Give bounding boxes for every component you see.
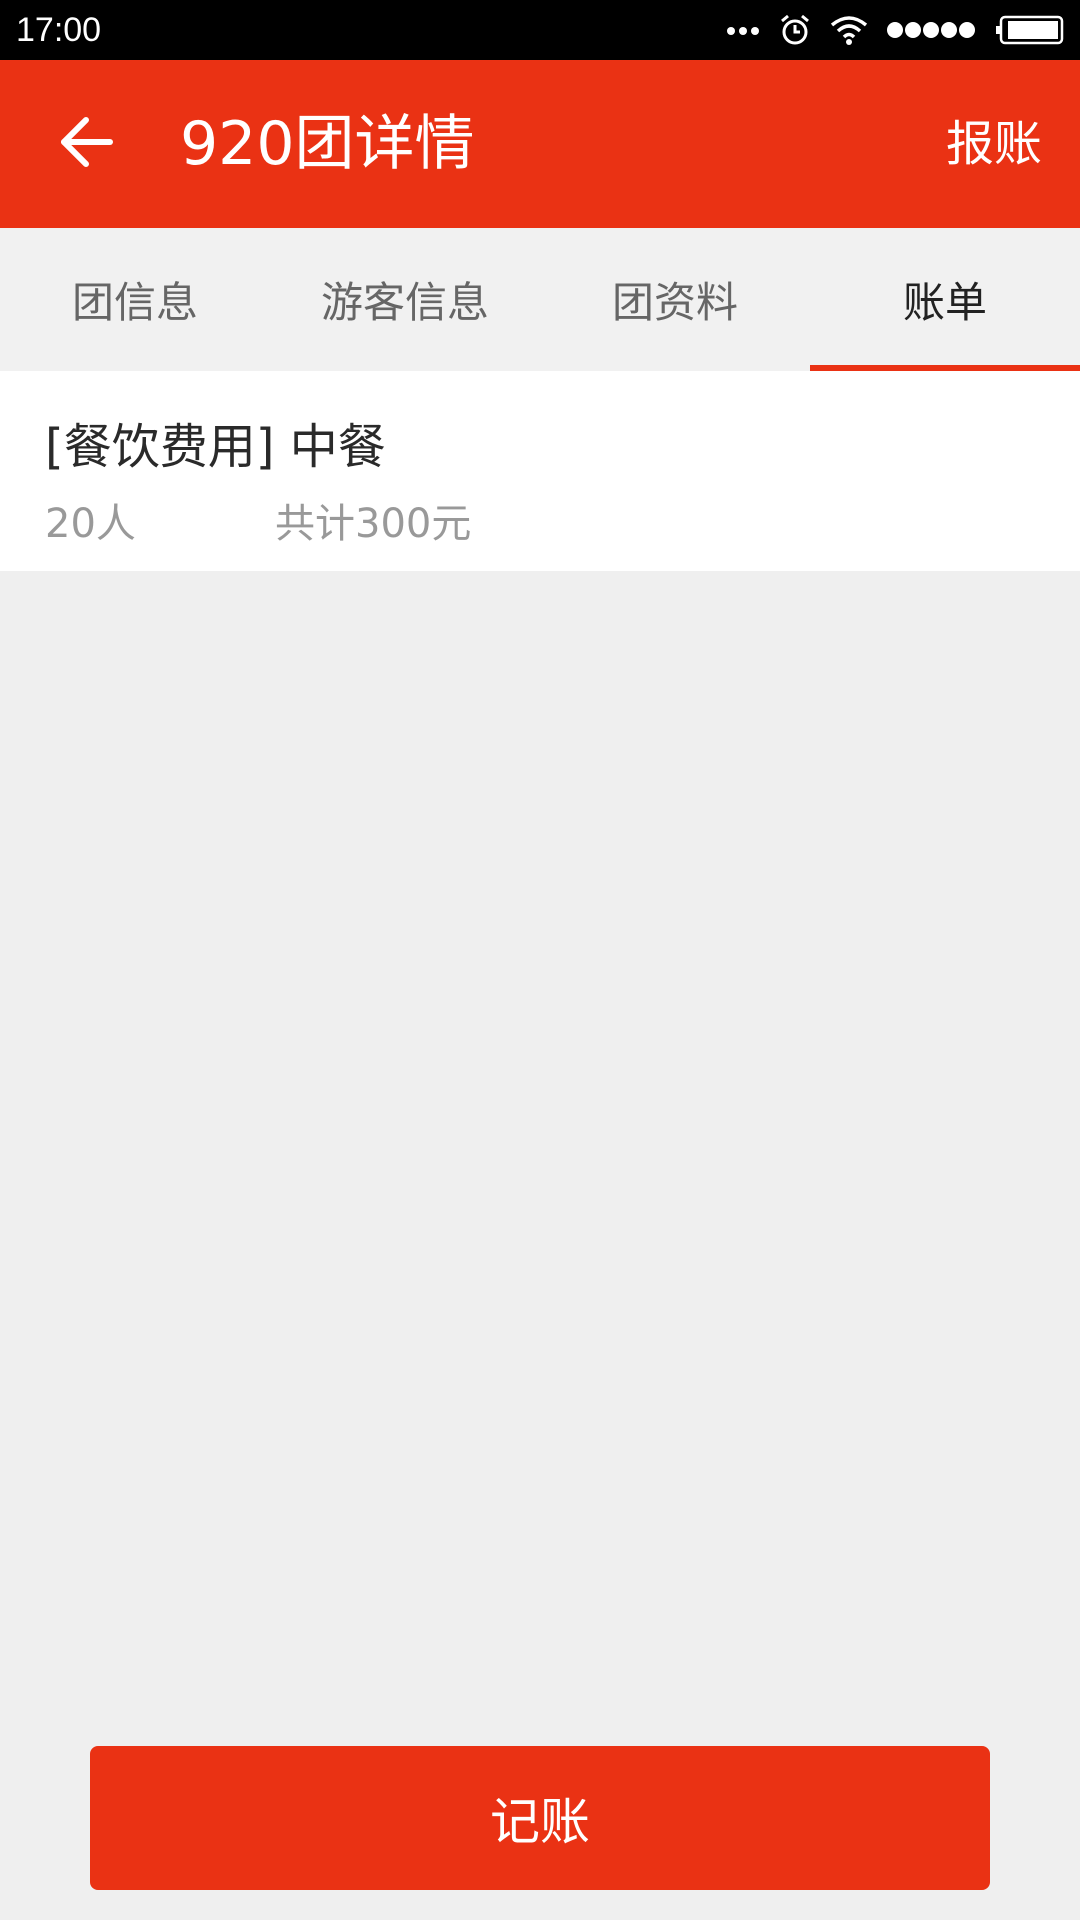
tab-tourist-info[interactable]: 游客信息 <box>270 228 540 371</box>
screen: 17:00 920团详情 报账 团信息 游客信息 团资料 账单 [餐饮费用] 中… <box>0 0 1080 1920</box>
list-item[interactable]: [餐饮费用] 中餐 20人 共计300元 <box>0 371 1080 571</box>
tab-group-info[interactable]: 团信息 <box>0 228 270 371</box>
tab-label: 团资料 <box>611 278 738 327</box>
report-button[interactable]: 报账 <box>946 60 1042 228</box>
tab-label: 团信息 <box>71 278 198 327</box>
status-icons <box>726 13 1064 47</box>
signal-icon <box>886 20 978 40</box>
page-title: 920团详情 <box>180 109 475 179</box>
status-bar: 17:00 <box>0 0 1080 60</box>
bill-people-count: 20人 <box>45 501 136 547</box>
bill-total-amount: 共计300元 <box>275 501 472 547</box>
battery-icon <box>996 15 1064 45</box>
app-bar: 920团详情 报账 <box>0 60 1080 228</box>
tab-label: 账单 <box>902 278 987 327</box>
back-button[interactable] <box>46 104 126 184</box>
arrow-left-icon <box>58 116 114 172</box>
more-dots-icon <box>726 24 760 36</box>
alarm-icon <box>778 13 812 47</box>
wifi-icon <box>830 15 868 45</box>
tab-label: 游客信息 <box>320 278 489 327</box>
record-expense-button[interactable]: 记账 <box>90 1746 990 1890</box>
tab-bar: 团信息 游客信息 团资料 账单 <box>0 228 1080 371</box>
tab-group-documents[interactable]: 团资料 <box>540 228 810 371</box>
bill-list: [餐饮费用] 中餐 20人 共计300元 <box>0 371 1080 571</box>
bill-title: [餐饮费用] 中餐 <box>45 419 386 475</box>
status-time: 17:00 <box>16 11 102 49</box>
tab-bills[interactable]: 账单 <box>810 228 1080 371</box>
